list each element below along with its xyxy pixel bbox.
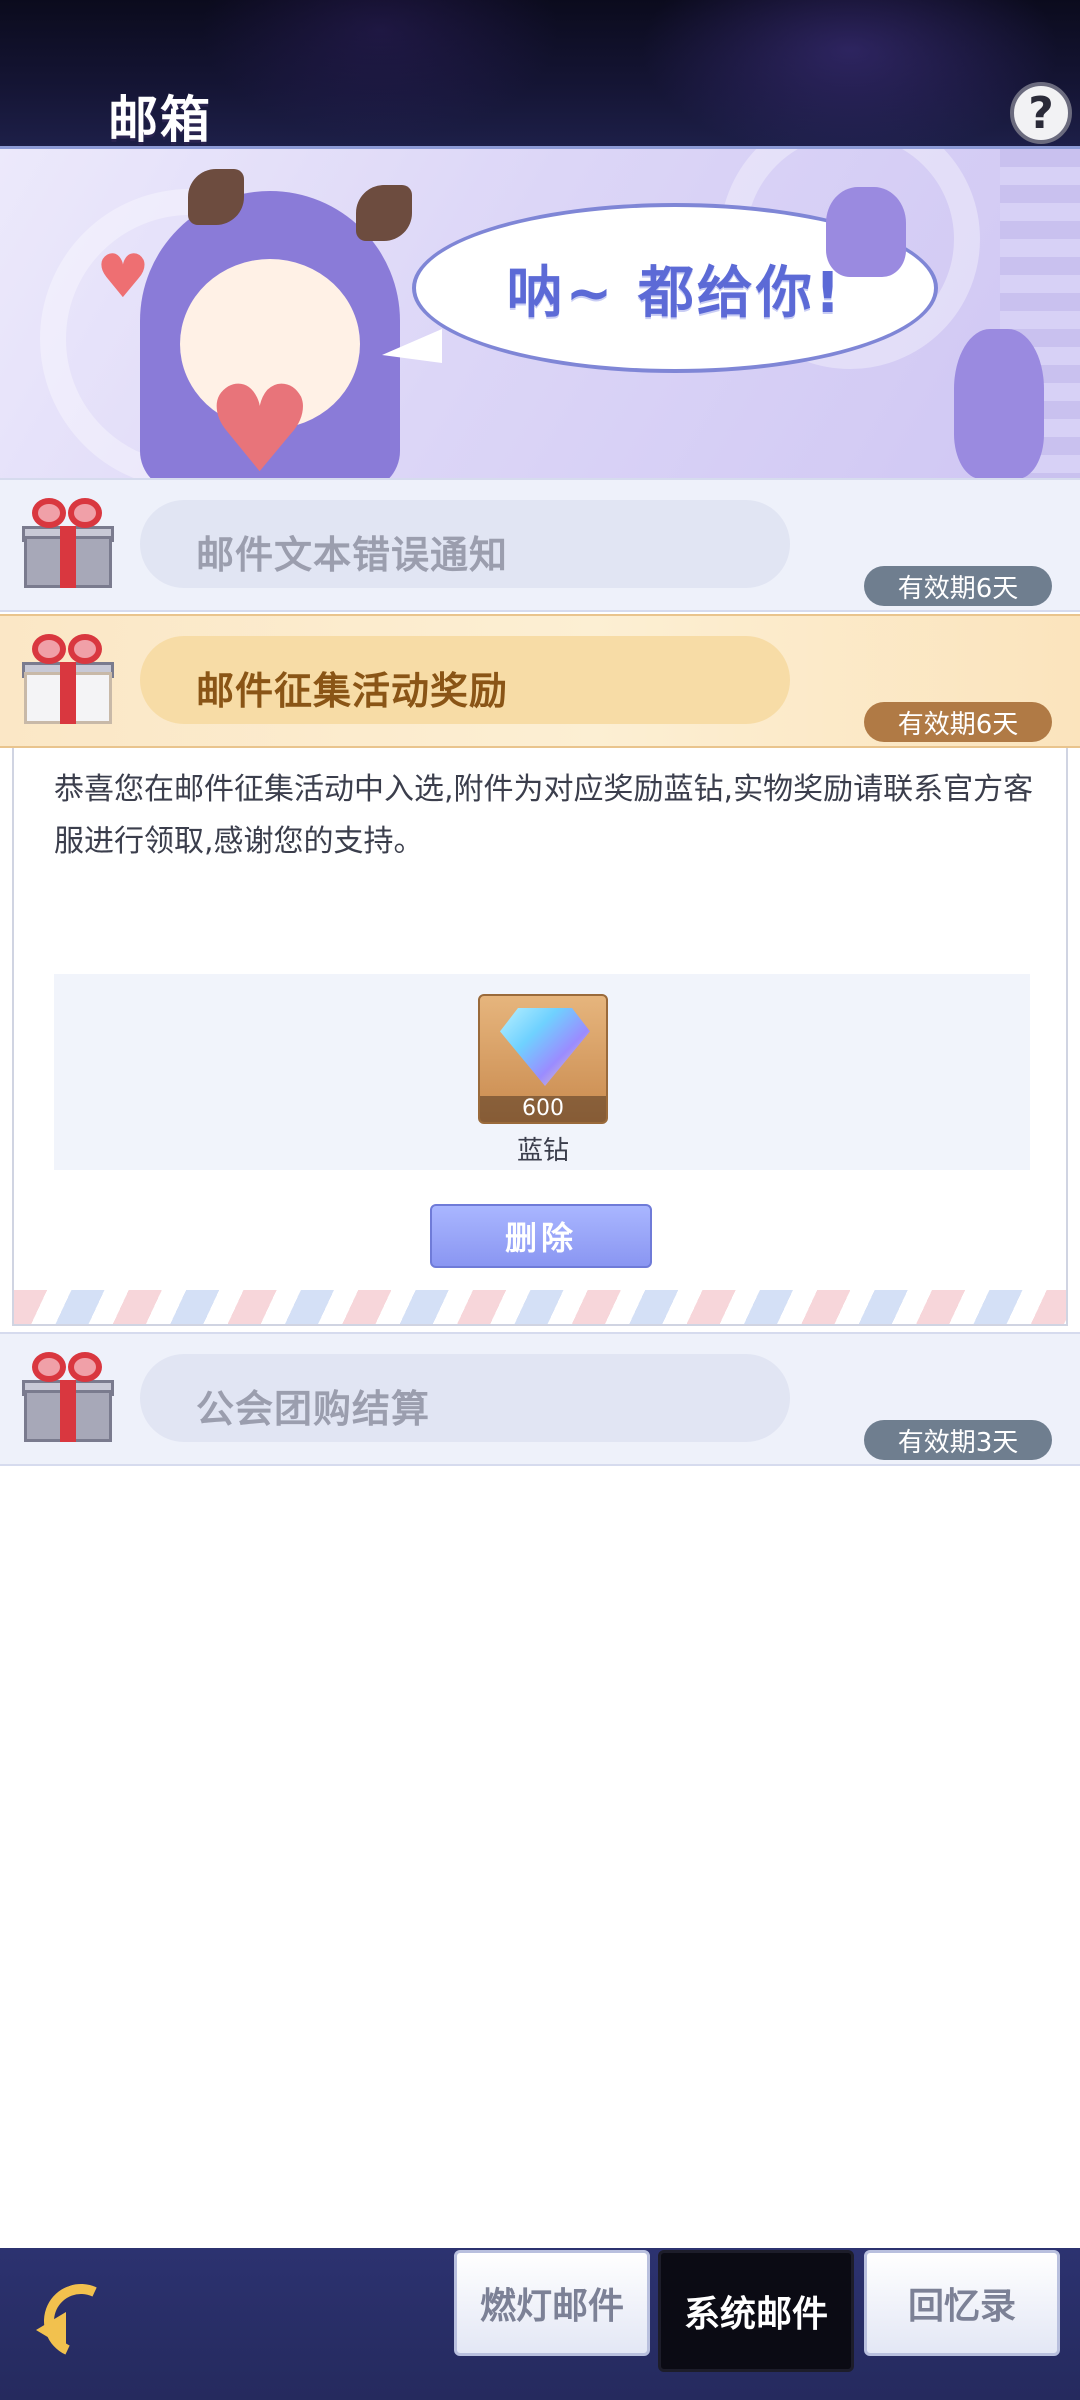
delete-button[interactable]: 删除 — [430, 1204, 652, 1268]
blue-diamond-icon — [500, 1008, 590, 1086]
help-button[interactable]: ? — [1010, 82, 1072, 144]
mail-title: 公会团购结算 — [196, 1387, 431, 1431]
attachment-item[interactable]: 600 — [478, 994, 608, 1124]
validity-badge: 有效期6天 — [864, 566, 1052, 606]
gift-box-icon — [22, 630, 114, 728]
mail-item-selected[interactable]: 邮件征集活动奖励 有效期6天 — [0, 614, 1080, 748]
gift-box-icon — [22, 1348, 114, 1446]
validity-badge: 有效期3天 — [864, 1420, 1052, 1460]
header-glow — [640, 0, 1060, 146]
cow-ear-icon — [356, 185, 412, 241]
attachment-area: 600 蓝钻 — [54, 974, 1030, 1170]
attachment-name: 蓝钻 — [516, 1136, 569, 1166]
speech-text: 呐~ 都给你! — [506, 260, 844, 326]
mail-detail-panel: 恭喜您在邮件征集活动中入选,附件为对应奖励蓝钻,实物奖励请联系官方客服进行领取,… — [12, 748, 1068, 1326]
header-glow — [200, 0, 560, 140]
gift-box-icon — [22, 494, 114, 592]
top-header: 邮箱 ? — [0, 0, 1080, 146]
mini-chibi-illustration — [954, 329, 1044, 478]
airmail-border-decoration — [14, 1290, 1066, 1324]
mail-title: 邮件征集活动奖励 — [196, 669, 509, 713]
mini-chibi-illustration — [826, 187, 906, 277]
speech-bubble-tail — [382, 329, 442, 363]
back-button[interactable] — [33, 2273, 134, 2374]
back-arrow-head — [36, 2312, 66, 2348]
page-title: 邮箱 — [108, 91, 212, 146]
tab-memoir[interactable]: 回忆录 — [864, 2250, 1060, 2356]
mail-body-text: 恭喜您在邮件征集活动中入选,附件为对应奖励蓝钻,实物奖励请联系官方客服进行领取,… — [54, 772, 1034, 859]
attachment-count: 600 — [480, 1096, 606, 1122]
tab-lantern-mail[interactable]: 燃灯邮件 — [454, 2250, 650, 2356]
mail-item[interactable]: 邮件文本错误通知 有效期6天 — [0, 478, 1080, 612]
mailbox-banner: ♥ ♥ 呐~ 都给你! — [0, 146, 1080, 478]
heart-icon: ♥ — [206, 361, 314, 479]
mail-title: 邮件文本错误通知 — [196, 533, 509, 577]
validity-badge: 有效期6天 — [864, 702, 1052, 742]
cow-ear-icon — [188, 169, 244, 225]
tab-system-mail[interactable]: 系统邮件 — [658, 2250, 854, 2372]
mail-item[interactable]: 公会团购结算 有效期3天 — [0, 1332, 1080, 1466]
